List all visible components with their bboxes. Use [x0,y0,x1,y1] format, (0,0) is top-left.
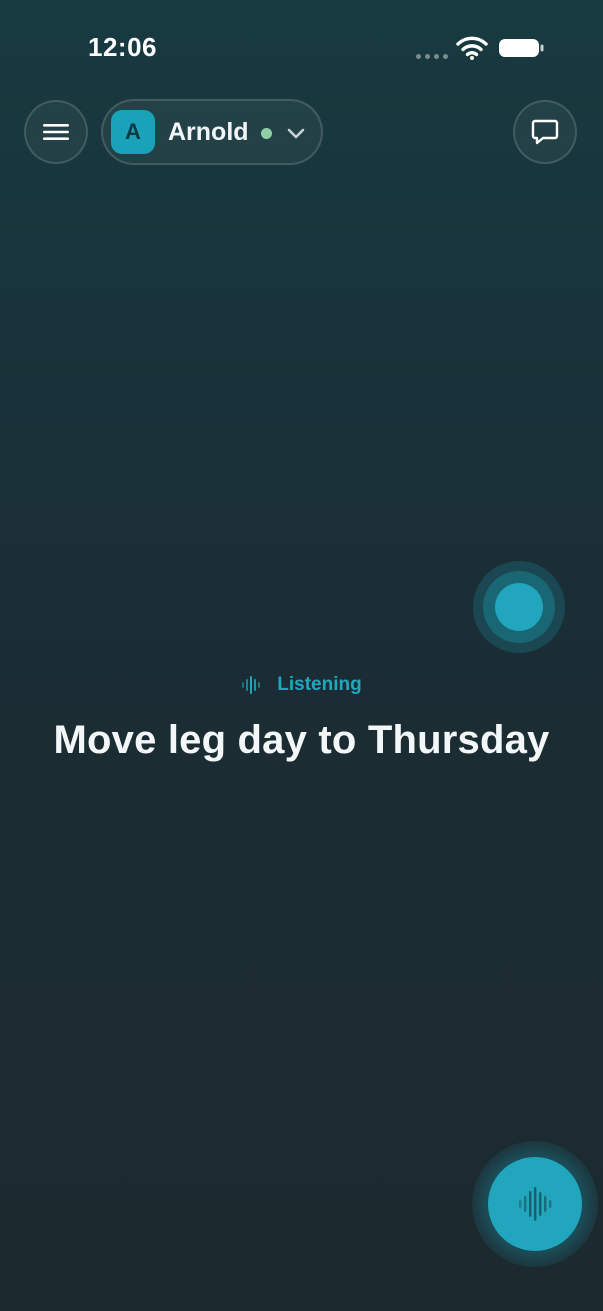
online-status-dot [261,128,272,139]
signal-icon [416,54,448,59]
agent-avatar: A [111,110,155,154]
agent-selector[interactable]: A Arnold [101,99,323,165]
voice-activity-orb [473,561,565,653]
hamburger-icon [43,124,69,140]
voice-input-button[interactable] [488,1157,582,1251]
listening-indicator: Listening [0,674,603,696]
agent-name: Arnold [168,118,249,146]
chat-bubble-icon [531,119,559,145]
status-bar: 12:06 [0,0,603,96]
battery-icon [499,39,544,57]
menu-button[interactable] [24,100,88,164]
listening-label: Listening [277,674,362,695]
wifi-icon [456,36,488,60]
transcript-text: Move leg day to Thursday [53,718,550,762]
waveform-icon [242,676,261,694]
status-time: 12:06 [88,32,157,62]
chat-button[interactable] [513,100,577,164]
waveform-icon [519,1187,552,1221]
chevron-down-icon [287,128,305,139]
